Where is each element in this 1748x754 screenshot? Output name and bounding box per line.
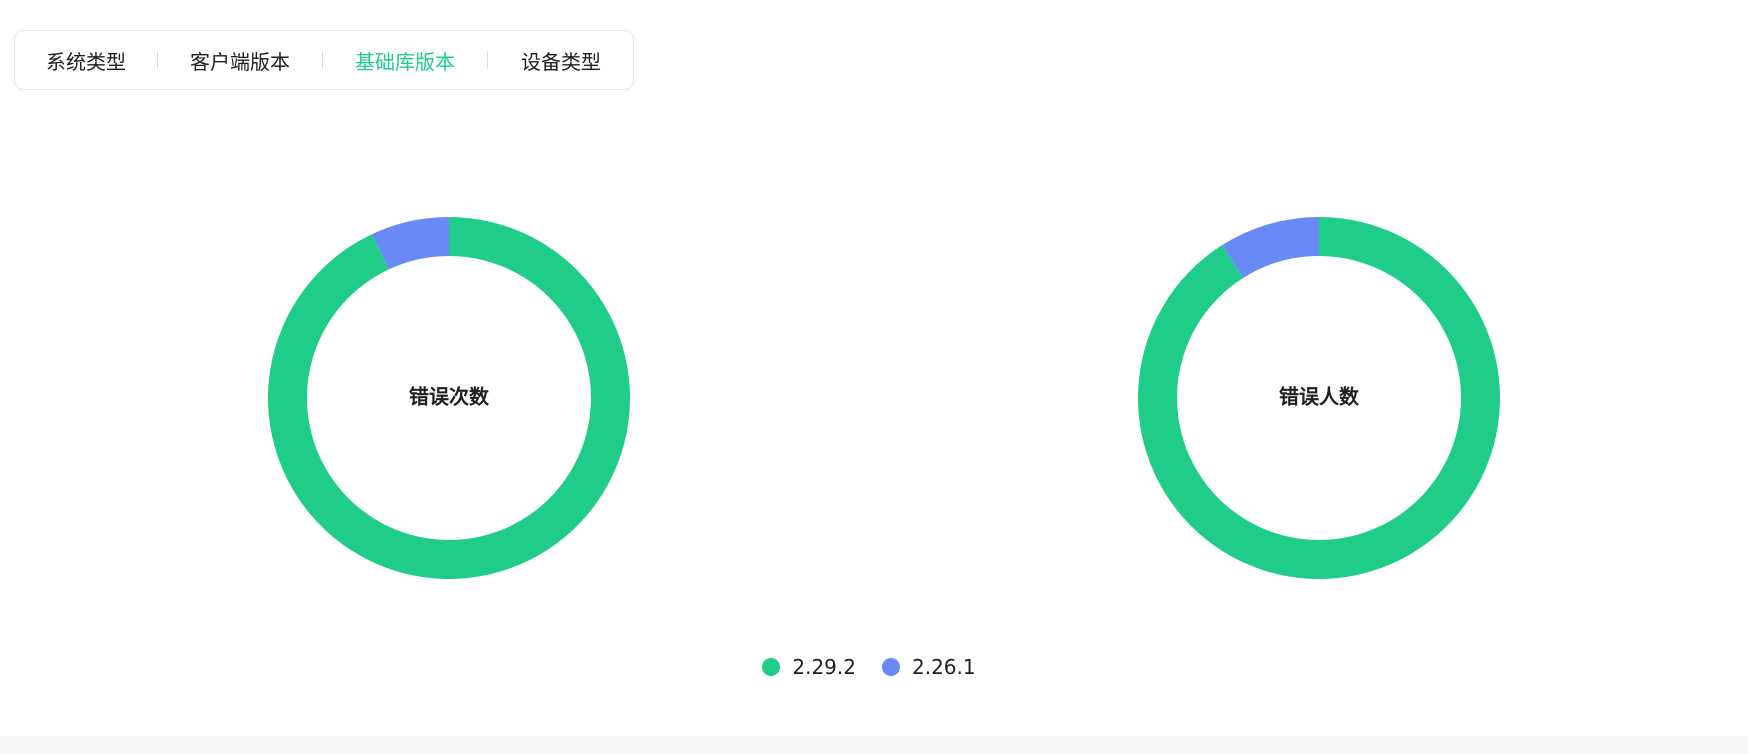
chart-title: 错误次数 (409, 385, 490, 409)
chart-legend: 2.29.2 2.26.1 (0, 655, 1748, 679)
donut-error-count: 错误次数 (268, 217, 631, 579)
legend-label: 2.26.1 (912, 655, 976, 679)
footer-bar (0, 736, 1748, 754)
legend-dot-icon (762, 658, 781, 676)
chart-title: 错误人数 (1279, 385, 1360, 409)
legend-item[interactable]: 2.26.1 (882, 655, 976, 679)
legend-dot-icon (882, 658, 900, 676)
legend-label: 2.29.2 (792, 655, 856, 679)
donut-charts: 错误次数 错误人数 (268, 217, 1501, 580)
page: 系统类型 客户端版本 基础库版本 设备类型 错误次数 错误人数 2.29.2 2… (0, 0, 1748, 754)
donut-error-users: 错误人数 (1138, 217, 1501, 580)
legend-item[interactable]: 2.29.2 (762, 655, 856, 679)
